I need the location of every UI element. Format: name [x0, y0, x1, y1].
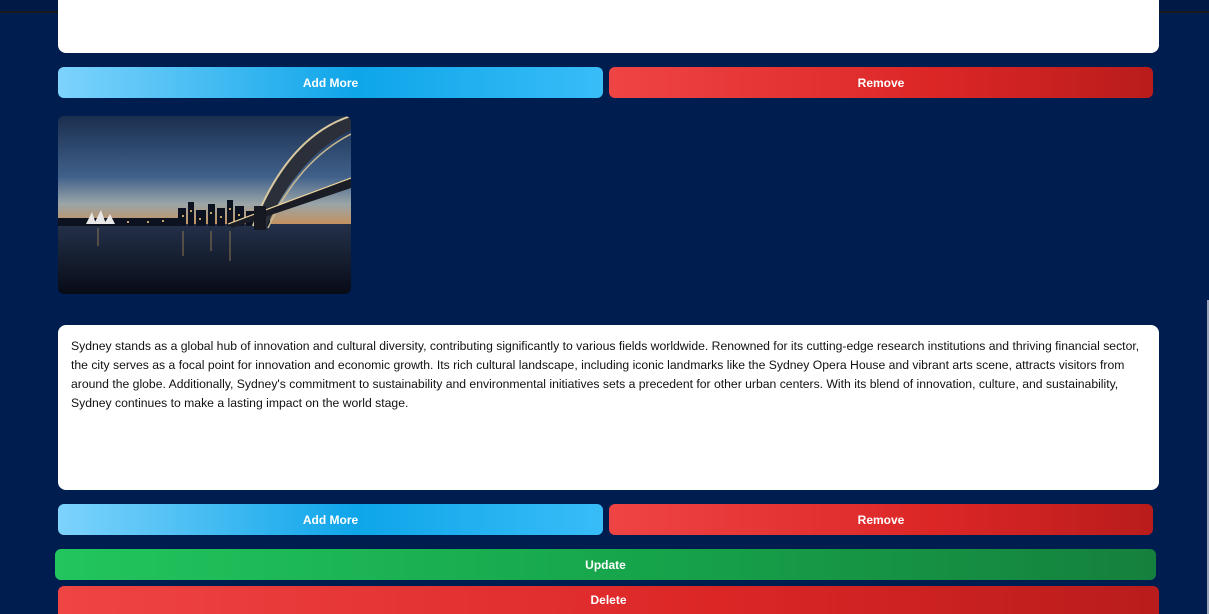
- update-button[interactable]: Update: [55, 549, 1156, 580]
- add-more-button-2[interactable]: Add More: [58, 504, 603, 535]
- description-textarea-1[interactable]: [58, 0, 1159, 53]
- add-more-button-1[interactable]: Add More: [58, 67, 603, 98]
- remove-button-1[interactable]: Remove: [609, 67, 1153, 98]
- uploaded-image-sydney-harbour: [58, 116, 351, 294]
- delete-button[interactable]: Delete: [58, 586, 1159, 614]
- remove-button-2[interactable]: Remove: [609, 504, 1153, 535]
- description-textarea-2[interactable]: Sydney stands as a global hub of innovat…: [58, 325, 1159, 490]
